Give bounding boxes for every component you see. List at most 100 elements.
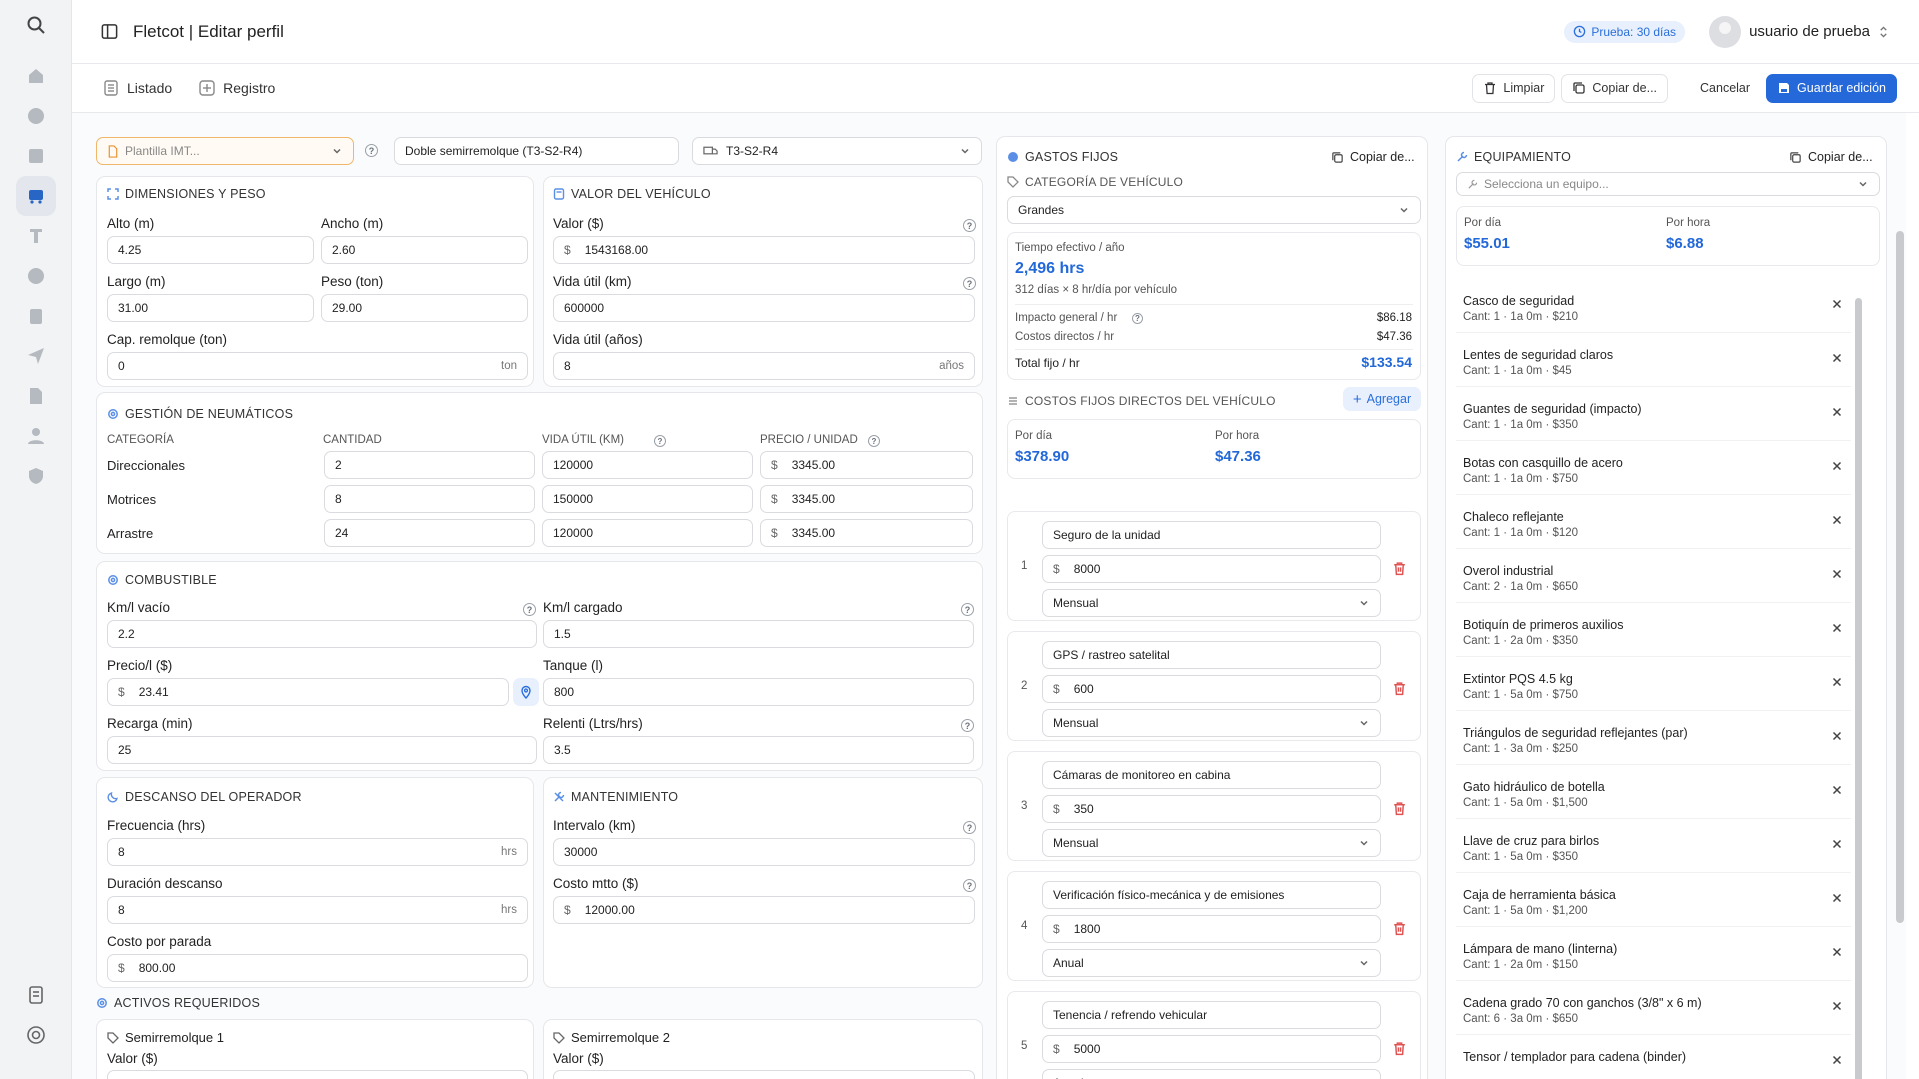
tire-life-input[interactable]: 150000 xyxy=(542,485,753,513)
tire-qty-input[interactable]: 24 xyxy=(324,519,535,547)
trial-badge[interactable]: Prueba: 30 días xyxy=(1564,20,1686,43)
help-icon[interactable]: ? xyxy=(654,435,666,447)
add-cost-button[interactable]: + Agregar xyxy=(1343,387,1421,411)
dollar-icon[interactable] xyxy=(24,264,48,288)
cost-item-amount-input[interactable]: $8000 xyxy=(1042,555,1381,583)
tab-listado[interactable]: Listado xyxy=(102,79,172,97)
tire-price-input[interactable]: $3345.00 xyxy=(760,485,973,513)
sidebar-toggle-icon[interactable] xyxy=(100,22,119,41)
freq-input[interactable]: 8 hrs xyxy=(107,838,528,866)
anos-input[interactable]: 8 años xyxy=(553,352,975,380)
km-cargado-input[interactable]: 1.5 xyxy=(543,620,974,648)
vehicle-type-select[interactable]: T3-S2-R4 xyxy=(692,137,982,165)
cap-input[interactable]: 0 ton xyxy=(107,352,528,380)
cost-item-name-input[interactable]: GPS / rastreo satelital xyxy=(1042,641,1381,669)
close-icon[interactable] xyxy=(1831,676,1843,688)
clear-button[interactable]: Limpiar xyxy=(1472,73,1556,103)
trash-icon[interactable] xyxy=(1392,801,1407,816)
cost-stop-input[interactable]: $800.00 xyxy=(107,954,528,982)
close-icon[interactable] xyxy=(1831,514,1843,526)
asset-valor-input[interactable] xyxy=(553,1070,975,1079)
largo-input[interactable]: 31.00 xyxy=(107,294,314,322)
cost-item-name-input[interactable]: Cámaras de monitoreo en cabina xyxy=(1042,761,1381,789)
cost-item-frequency-select[interactable]: Mensual xyxy=(1042,589,1381,617)
close-icon[interactable] xyxy=(1831,406,1843,418)
tire-price-input[interactable]: $3345.00 xyxy=(760,451,973,479)
cost-item-amount-input[interactable]: $350 xyxy=(1042,795,1381,823)
relenti-input[interactable]: 3.5 xyxy=(543,736,974,764)
tire-life-input[interactable]: 120000 xyxy=(542,519,753,547)
close-icon[interactable] xyxy=(1831,1054,1843,1066)
user-menu[interactable]: usuario de prueba xyxy=(1709,15,1889,48)
tab-registro[interactable]: Registro xyxy=(198,79,275,97)
equip-copy-button[interactable]: Copiar de... xyxy=(1789,150,1873,164)
cost-item-amount-input[interactable]: $1800 xyxy=(1042,915,1381,943)
notes-icon[interactable] xyxy=(24,983,48,1007)
shield-icon[interactable] xyxy=(24,464,48,488)
km-vacio-input[interactable]: 2.2 xyxy=(107,620,537,648)
trash-icon[interactable] xyxy=(1392,1041,1407,1056)
cost-item-name-input[interactable]: Verificación físico-mecánica y de emisio… xyxy=(1042,881,1381,909)
help-icon[interactable]: ? xyxy=(365,144,378,157)
save-edit-button[interactable]: Guardar edición xyxy=(1766,73,1897,103)
asset-valor-input[interactable] xyxy=(107,1070,528,1079)
cost-item-name-input[interactable]: Tenencia / refrendo vehicular xyxy=(1042,1001,1381,1029)
trash-icon[interactable] xyxy=(1392,921,1407,936)
document-icon[interactable] xyxy=(24,384,48,408)
help-icon[interactable]: ? xyxy=(868,435,880,447)
home-icon[interactable] xyxy=(24,64,48,88)
cost-item-amount-input[interactable]: $5000 xyxy=(1042,1035,1381,1063)
tire-price-input[interactable]: $3345.00 xyxy=(760,519,973,547)
vehicle-category-select[interactable]: Grandes xyxy=(1007,196,1421,224)
cost-item-frequency-select[interactable]: Anual xyxy=(1042,1069,1381,1079)
user-icon[interactable] xyxy=(24,424,48,448)
close-icon[interactable] xyxy=(1831,1000,1843,1012)
cancel-button[interactable]: Cancelar xyxy=(1690,73,1761,103)
location-button[interactable] xyxy=(513,678,539,706)
close-icon[interactable] xyxy=(1831,892,1843,904)
cost-item-frequency-select[interactable]: Mensual xyxy=(1042,709,1381,737)
equipment-scrollbar[interactable] xyxy=(1855,298,1862,1079)
page-scrollbar[interactable] xyxy=(1896,231,1904,923)
tire-life-input[interactable]: 120000 xyxy=(542,451,753,479)
cost-item-frequency-select[interactable]: Mensual xyxy=(1042,829,1381,857)
close-icon[interactable] xyxy=(1831,298,1843,310)
road-icon[interactable] xyxy=(24,224,48,248)
close-icon[interactable] xyxy=(1831,568,1843,580)
trash-icon[interactable] xyxy=(1392,681,1407,696)
peso-input[interactable]: 29.00 xyxy=(321,294,528,322)
ancho-input[interactable]: 2.60 xyxy=(321,236,528,264)
globe-icon[interactable] xyxy=(24,104,48,128)
close-icon[interactable] xyxy=(1831,946,1843,958)
vehicle-name-input[interactable]: Doble semirremolque (T3-S2-R4) xyxy=(394,137,679,165)
cost-item-amount-input[interactable]: $600 xyxy=(1042,675,1381,703)
maint-cost-input[interactable]: $12000.00 xyxy=(553,896,975,924)
tanque-input[interactable]: 800 xyxy=(543,678,974,706)
cost-item-name-input[interactable]: Seguro de la unidad xyxy=(1042,521,1381,549)
trash-icon[interactable] xyxy=(1392,561,1407,576)
clipboard-icon[interactable] xyxy=(24,304,48,328)
km-input[interactable]: 600000 xyxy=(553,294,975,322)
help-icon[interactable]: ? xyxy=(1132,313,1143,324)
recarga-input[interactable]: 25 xyxy=(107,736,537,764)
close-icon[interactable] xyxy=(1831,622,1843,634)
send-icon[interactable] xyxy=(24,344,48,368)
interval-input[interactable]: 30000 xyxy=(553,838,975,866)
cost-item-frequency-select[interactable]: Anual xyxy=(1042,949,1381,977)
close-icon[interactable] xyxy=(1831,784,1843,796)
tire-qty-input[interactable]: 8 xyxy=(324,485,535,513)
close-icon[interactable] xyxy=(1831,460,1843,472)
search-icon[interactable] xyxy=(24,13,48,37)
close-icon[interactable] xyxy=(1831,352,1843,364)
close-icon[interactable] xyxy=(1831,730,1843,742)
help-icon[interactable]: ? xyxy=(963,879,976,892)
help-icon[interactable]: ? xyxy=(523,603,536,616)
fixed-copy-button[interactable]: Copiar de... xyxy=(1331,150,1415,164)
edit-icon[interactable] xyxy=(24,144,48,168)
tire-qty-input[interactable]: 2 xyxy=(324,451,535,479)
help-icon[interactable]: ? xyxy=(961,719,974,732)
help-icon[interactable]: ? xyxy=(963,277,976,290)
template-select[interactable]: Plantilla IMT... xyxy=(96,137,354,165)
equipment-select[interactable]: Selecciona un equipo... xyxy=(1456,172,1880,196)
alto-input[interactable]: 4.25 xyxy=(107,236,314,264)
